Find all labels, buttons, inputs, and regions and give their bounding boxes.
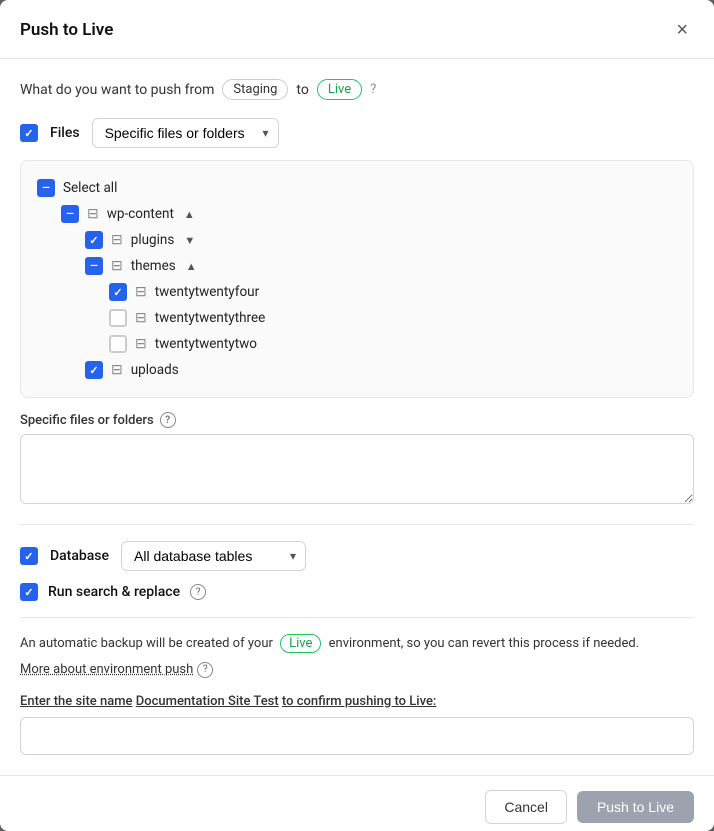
tree-item-wp-content[interactable]: ⊟ wp-content ▲ bbox=[37, 201, 677, 227]
push-from-label: What do you want to push from bbox=[20, 82, 214, 98]
backup-text-before: An automatic backup will be created of y… bbox=[20, 636, 273, 651]
confirm-site-name: Documentation Site Test bbox=[136, 694, 279, 709]
run-search-replace-row: Run search & replace ? bbox=[20, 583, 694, 601]
database-label: Database bbox=[50, 548, 109, 564]
twentytwentytwo-label: twentytwentytwo bbox=[155, 336, 257, 352]
select-all-label: Select all bbox=[63, 180, 117, 196]
uploads-checkbox[interactable] bbox=[85, 361, 103, 379]
specific-files-label-row: Specific files or folders ? bbox=[20, 412, 694, 428]
wp-content-label: wp-content bbox=[107, 206, 174, 222]
staging-badge: Staging bbox=[222, 79, 288, 100]
to-label: to bbox=[296, 82, 308, 98]
modal-overlay: Push to Live × What do you want to push … bbox=[0, 0, 714, 831]
twentytwentythree-folder-icon: ⊟ bbox=[135, 310, 147, 326]
tree-item-twentytwentyfour[interactable]: ⊟ twentytwentyfour bbox=[37, 279, 677, 305]
backup-live-badge: Live bbox=[280, 634, 321, 653]
file-tree-box: Select all ⊟ wp-content ▲ ⊟ plugins ▼ bbox=[20, 160, 694, 398]
themes-caret[interactable]: ▲ bbox=[186, 260, 197, 273]
files-checkbox[interactable] bbox=[20, 124, 38, 142]
uploads-folder-icon: ⊟ bbox=[111, 362, 123, 378]
uploads-label: uploads bbox=[131, 362, 179, 378]
run-search-replace-info-icon[interactable]: ? bbox=[190, 584, 206, 600]
database-section-row: Database All database tablesSpecific tab… bbox=[20, 541, 694, 571]
plugins-caret[interactable]: ▼ bbox=[184, 234, 195, 247]
run-search-replace-label: Run search & replace bbox=[48, 584, 180, 600]
divider-1 bbox=[20, 524, 694, 525]
plugins-folder-icon: ⊟ bbox=[111, 232, 123, 248]
specific-files-info-icon[interactable]: ? bbox=[160, 412, 176, 428]
modal-title: Push to Live bbox=[20, 20, 113, 40]
modal-body: What do you want to push from Staging to… bbox=[0, 59, 714, 775]
twentytwentytwo-folder-icon: ⊟ bbox=[135, 336, 147, 352]
specific-files-textarea[interactable] bbox=[20, 434, 694, 504]
modal: Push to Live × What do you want to push … bbox=[0, 0, 714, 831]
plugins-checkbox[interactable] bbox=[85, 231, 103, 249]
database-dropdown[interactable]: All database tablesSpecific tables bbox=[121, 541, 306, 571]
push-to-live-button[interactable]: Push to Live bbox=[577, 791, 694, 823]
themes-label: themes bbox=[131, 258, 176, 274]
tree-item-themes[interactable]: ⊟ themes ▲ bbox=[37, 253, 677, 279]
tree-item-plugins[interactable]: ⊟ plugins ▼ bbox=[37, 227, 677, 253]
close-button[interactable]: × bbox=[670, 18, 694, 42]
tree-item-twentytwentythree[interactable]: ⊟ twentytwentythree bbox=[37, 305, 677, 331]
backup-notice: An automatic backup will be created of y… bbox=[20, 634, 694, 654]
wp-content-caret[interactable]: ▲ bbox=[184, 208, 195, 221]
more-about-label[interactable]: More about environment push bbox=[20, 662, 193, 677]
divider-2 bbox=[20, 617, 694, 618]
twentytwentythree-checkbox[interactable] bbox=[109, 309, 127, 327]
files-label: Files bbox=[50, 125, 80, 141]
modal-header: Push to Live × bbox=[0, 0, 714, 59]
files-dropdown[interactable]: Specific files or foldersAll files bbox=[92, 118, 279, 148]
database-dropdown-wrapper: All database tablesSpecific tables ▾ bbox=[121, 541, 306, 571]
plugins-label: plugins bbox=[131, 232, 175, 248]
select-all-checkbox[interactable] bbox=[37, 179, 55, 197]
push-from-row: What do you want to push from Staging to… bbox=[20, 79, 694, 100]
more-about-link-row: More about environment push ? bbox=[20, 662, 694, 678]
confirm-label-after: to confirm pushing to Live: bbox=[282, 694, 436, 709]
twentytwentyfour-label: twentytwentyfour bbox=[155, 284, 259, 300]
live-badge: Live bbox=[317, 79, 362, 100]
help-icon[interactable]: ? bbox=[370, 82, 376, 97]
themes-checkbox[interactable] bbox=[85, 257, 103, 275]
specific-files-label: Specific files or folders bbox=[20, 413, 154, 428]
confirm-label: Enter the site name Documentation Site T… bbox=[20, 694, 694, 709]
files-section-row: Files Specific files or foldersAll files… bbox=[20, 118, 694, 148]
confirm-label-before: Enter the site name bbox=[20, 694, 133, 709]
more-about-info-icon[interactable]: ? bbox=[197, 662, 213, 678]
twentytwentyfour-folder-icon: ⊟ bbox=[135, 284, 147, 300]
tree-item-uploads[interactable]: ⊟ uploads bbox=[37, 357, 677, 383]
confirm-input[interactable] bbox=[20, 717, 694, 755]
files-dropdown-wrapper: Specific files or foldersAll files ▾ bbox=[92, 118, 279, 148]
tree-item-twentytwentytwo[interactable]: ⊟ twentytwentytwo bbox=[37, 331, 677, 357]
twentytwentyfour-checkbox[interactable] bbox=[109, 283, 127, 301]
cancel-button[interactable]: Cancel bbox=[485, 790, 567, 824]
select-all-row[interactable]: Select all bbox=[37, 175, 677, 201]
wp-content-folder-icon: ⊟ bbox=[87, 206, 99, 222]
database-checkbox[interactable] bbox=[20, 547, 38, 565]
themes-folder-icon: ⊟ bbox=[111, 258, 123, 274]
modal-footer: Cancel Push to Live bbox=[0, 775, 714, 831]
backup-text-after: environment, so you can revert this proc… bbox=[329, 636, 640, 651]
wp-content-checkbox[interactable] bbox=[61, 205, 79, 223]
twentytwentythree-label: twentytwentythree bbox=[155, 310, 266, 326]
run-search-replace-checkbox[interactable] bbox=[20, 583, 38, 601]
twentytwentytwo-checkbox[interactable] bbox=[109, 335, 127, 353]
